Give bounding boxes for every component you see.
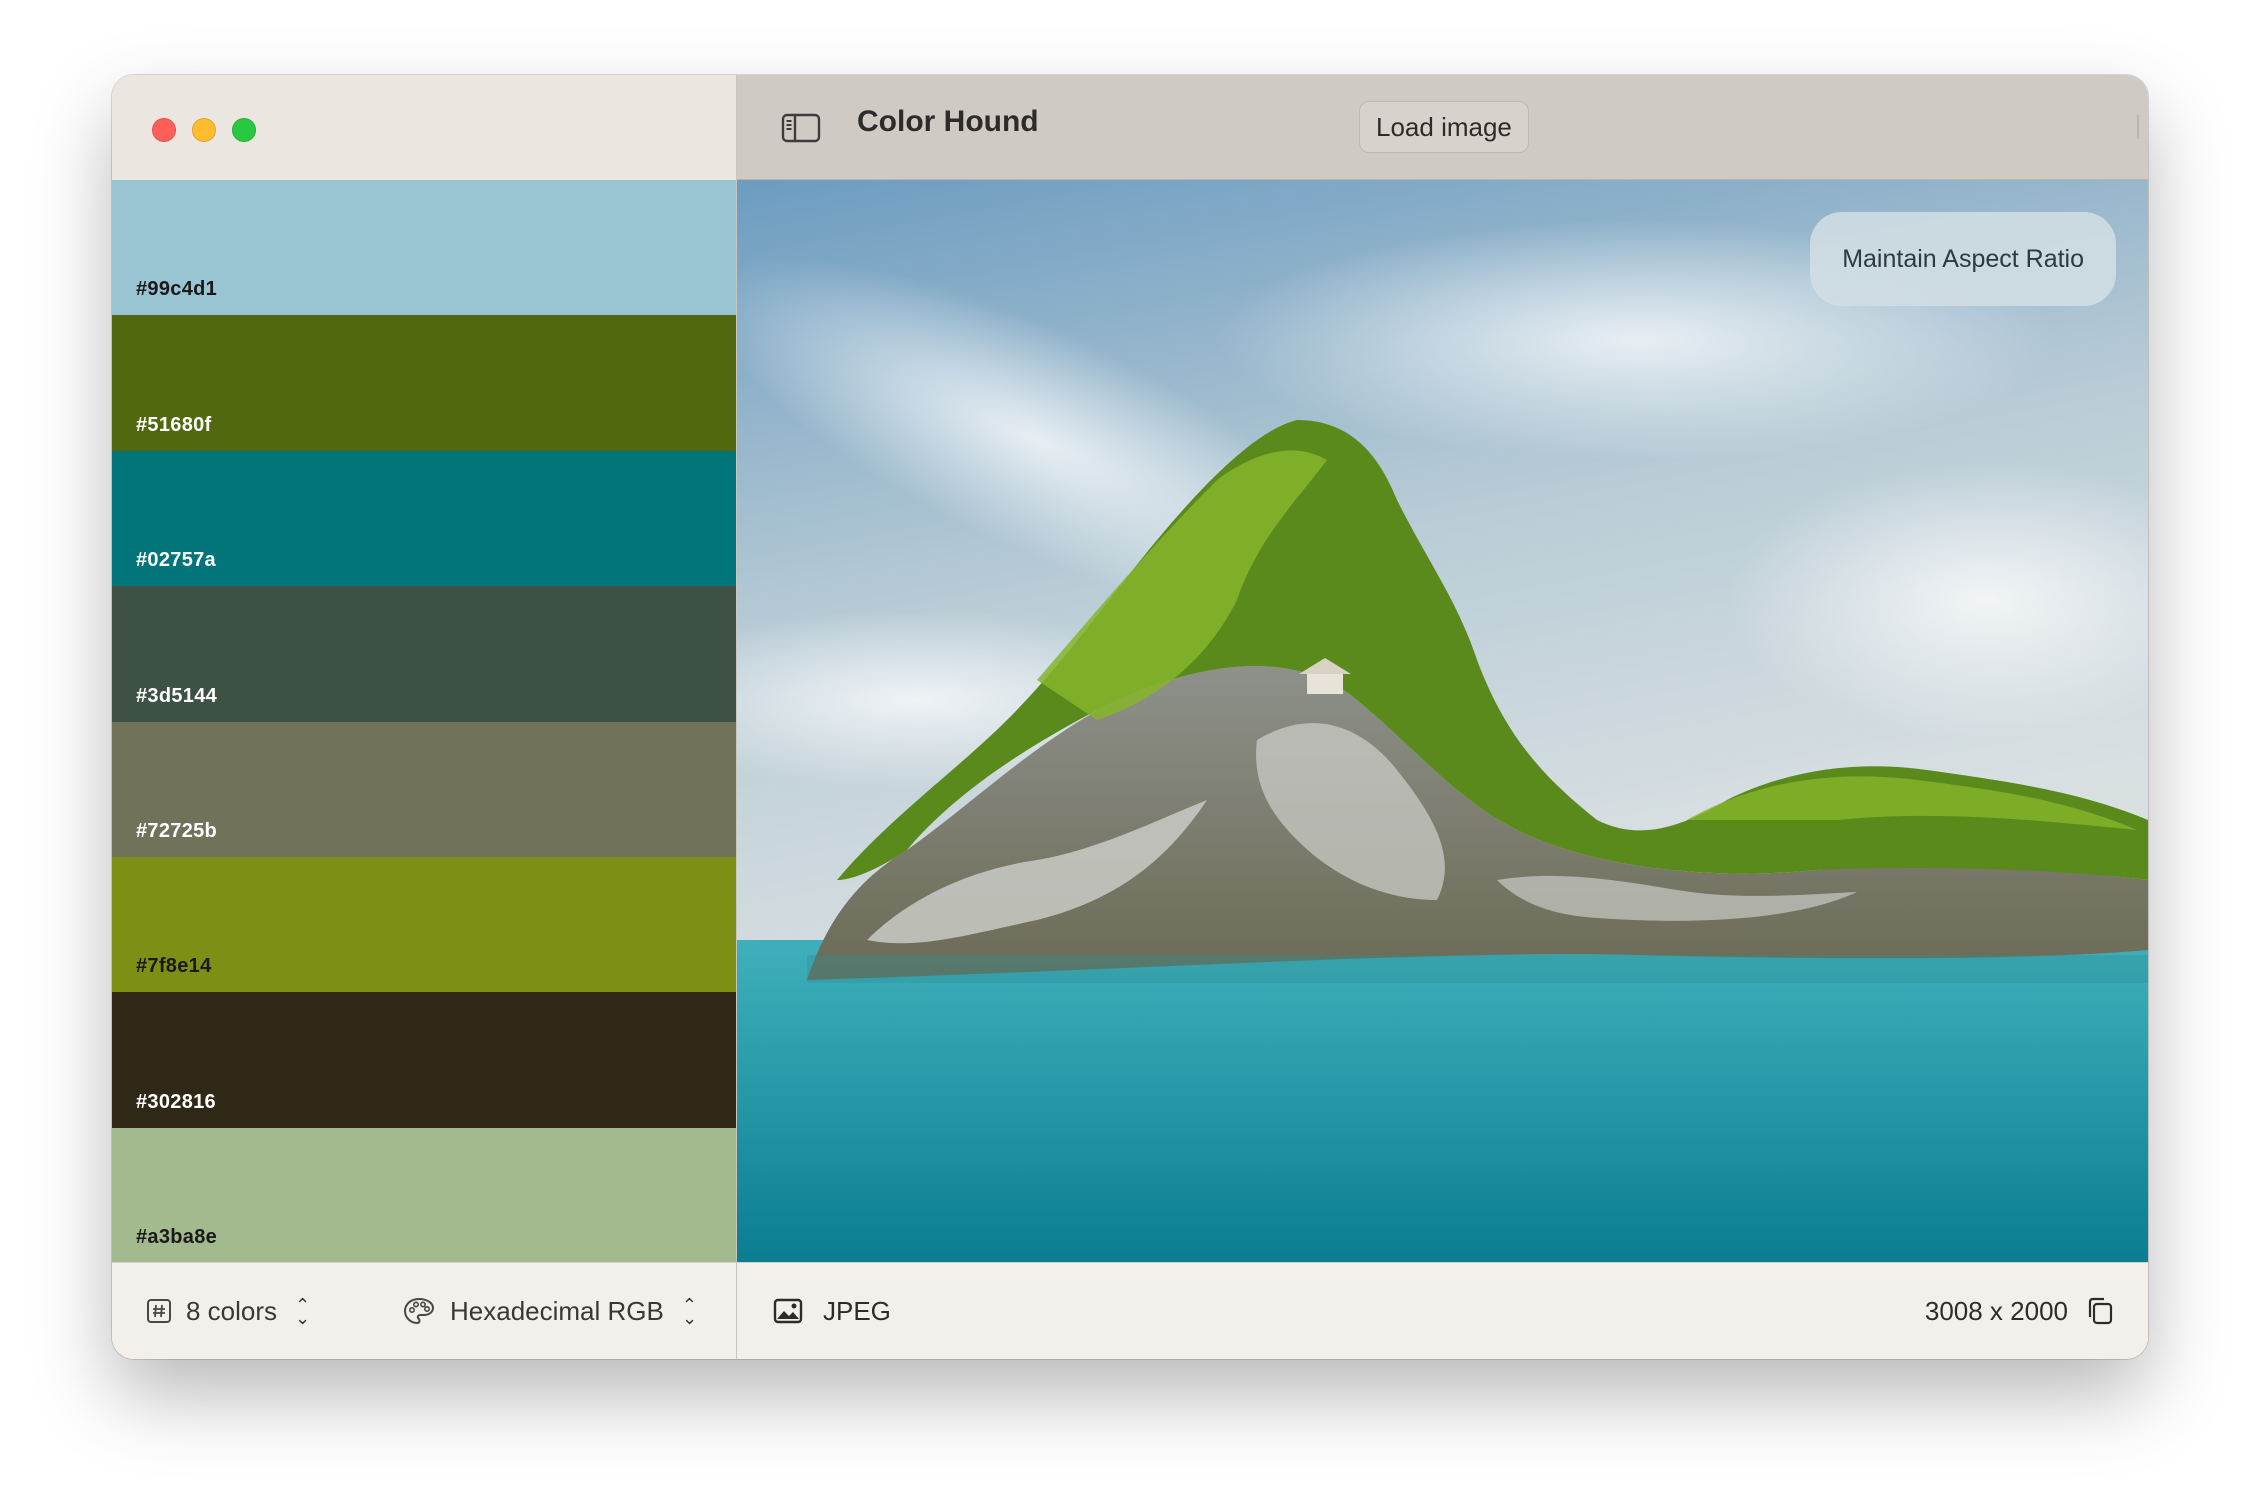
swatch-hex-label: #99c4d1 <box>136 278 218 301</box>
zoom-button[interactable] <box>232 118 256 142</box>
number-sign-icon <box>147 1299 171 1323</box>
color-swatch[interactable]: #72725b <box>112 721 736 857</box>
app-title: Color Hound <box>857 105 1039 138</box>
load-image-button[interactable]: Load image <box>1359 101 1529 153</box>
minimize-button[interactable] <box>192 118 216 142</box>
swatch-hex-label: #302816 <box>136 1090 216 1113</box>
palette-icon <box>403 1297 435 1325</box>
chevron-up-down-icon: ⌃ ⌃ <box>681 1295 697 1327</box>
color-swatch[interactable]: #99c4d1 <box>112 180 736 316</box>
image-preview: Maintain Aspect Ratio <box>737 180 2148 1263</box>
sidebar-footer: 8 colors ⌃ ⌃ Hexadecimal RGB ⌃ ⌃ <box>112 1262 736 1359</box>
swatch-hex-label: #a3ba8e <box>136 1226 218 1248</box>
swatch-hex-label: #3d5144 <box>136 684 218 707</box>
swatch-hex-label: #7f8e14 <box>136 955 212 978</box>
swatch-hex-label: #02757a <box>136 549 216 572</box>
image-format-label: JPEG <box>823 1295 891 1326</box>
color-swatch[interactable]: #51680f <box>112 315 736 451</box>
maintain-aspect-ratio-button[interactable]: Maintain Aspect Ratio <box>1810 212 2116 306</box>
toolbar-divider <box>2137 115 2139 139</box>
color-format-label: Hexadecimal RGB <box>450 1295 664 1326</box>
toolbar: Color Hound Load image <box>737 75 2148 180</box>
swatch-hex-label: #51680f <box>136 413 212 436</box>
color-swatch[interactable]: #3d5144 <box>112 586 736 722</box>
image-dimensions: 3008 x 2000 <box>1925 1263 2114 1359</box>
image-format: JPEG <box>773 1263 891 1359</box>
sea <box>737 940 2148 1263</box>
island-reflection <box>807 955 2148 983</box>
color-swatch-list: #99c4d1 #51680f #02757a #3d5144 #72725b … <box>112 180 736 1263</box>
palette-sidebar: #99c4d1 #51680f #02757a #3d5144 #72725b … <box>112 75 737 1359</box>
photo-icon <box>773 1298 803 1324</box>
image-dimensions-label: 3008 x 2000 <box>1924 1295 2068 1326</box>
color-format-selector[interactable]: Hexadecimal RGB ⌃ ⌃ <box>402 1263 697 1359</box>
color-count-label: 8 colors <box>186 1295 278 1326</box>
image-info-bar: JPEG 3008 x 2000 <box>737 1262 2148 1359</box>
island-photo <box>737 180 2148 1263</box>
chevron-up-down-icon: ⌃ ⌃ <box>295 1295 311 1327</box>
close-button[interactable] <box>152 118 176 142</box>
swatch-hex-label: #72725b <box>136 819 218 842</box>
color-swatch[interactable]: #7f8e14 <box>112 856 736 993</box>
color-count-selector[interactable]: 8 colors ⌃ ⌃ <box>146 1263 310 1359</box>
color-swatch[interactable]: #02757a <box>112 450 736 587</box>
main-content: Color Hound Load image Maintain Aspect R… <box>737 75 2148 1359</box>
copy-icon[interactable] <box>2086 1296 2114 1326</box>
window-controls <box>152 118 256 142</box>
color-swatch[interactable]: #302816 <box>112 992 736 1128</box>
color-swatch[interactable]: #a3ba8e <box>112 1127 736 1263</box>
sidebar-left-icon[interactable] <box>781 113 821 143</box>
app-window: #99c4d1 #51680f #02757a #3d5144 #72725b … <box>112 75 2148 1359</box>
